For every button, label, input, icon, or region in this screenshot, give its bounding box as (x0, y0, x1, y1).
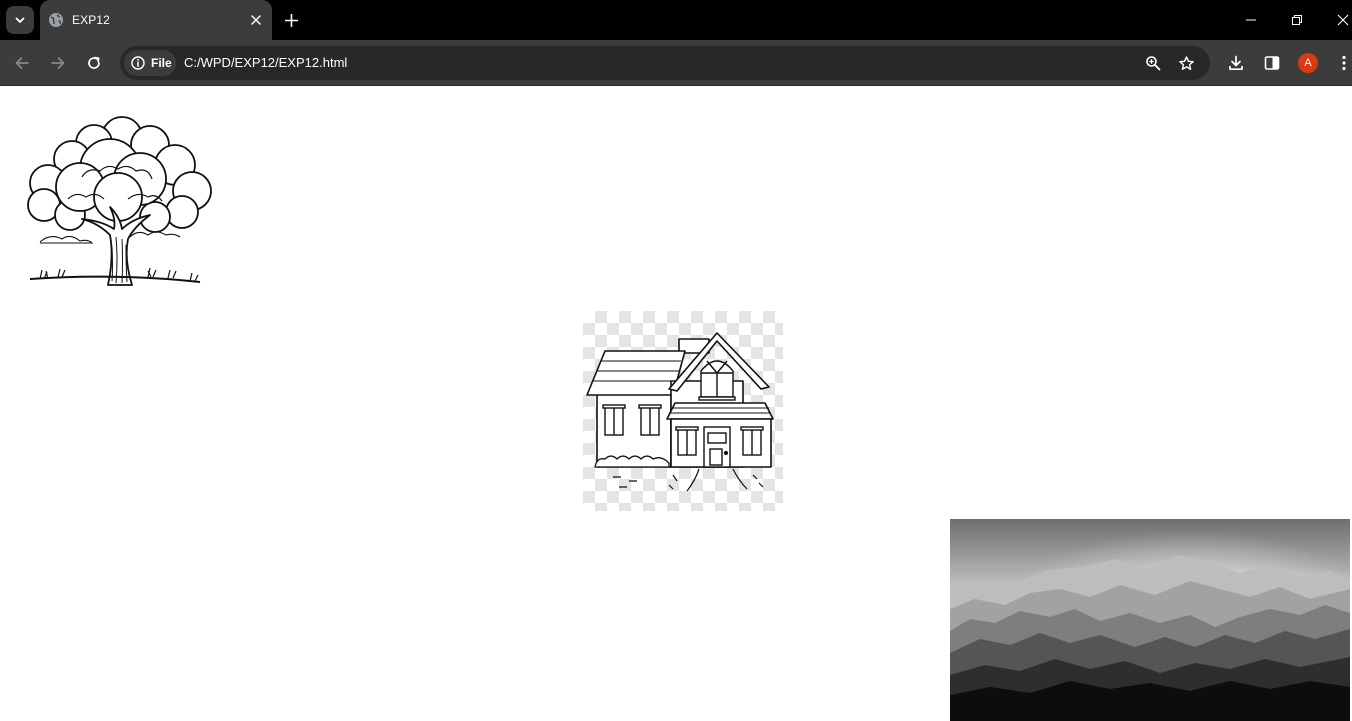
arrow-right-icon (51, 57, 65, 69)
tab-title: EXP12 (72, 13, 110, 27)
tab-strip: EXP12 (0, 0, 1352, 40)
new-tab-button[interactable] (282, 11, 300, 29)
menu-button[interactable] (1333, 52, 1352, 74)
downloads-button[interactable] (1225, 52, 1247, 74)
reload-icon (88, 56, 100, 69)
globe-icon (49, 13, 63, 27)
tab-search-button[interactable] (6, 6, 34, 34)
site-info-chip[interactable]: File (124, 50, 176, 76)
plus-icon (284, 13, 298, 27)
more-vert-icon (1342, 55, 1346, 71)
close-icon (1337, 14, 1349, 26)
restore-button[interactable] (1285, 8, 1309, 32)
star-icon (1178, 55, 1194, 70)
back-button[interactable] (11, 52, 33, 74)
url-text[interactable]: C:/WPD/EXP12/EXP12.html (184, 55, 347, 70)
tab-close-button[interactable] (248, 12, 264, 28)
minimize-button[interactable] (1239, 8, 1263, 32)
browser-tab[interactable]: EXP12 (40, 0, 272, 40)
chevron-down-icon (15, 17, 25, 23)
side-panel-button[interactable] (1261, 52, 1283, 74)
reload-button[interactable] (83, 52, 105, 74)
side-panel-icon (1264, 56, 1280, 70)
close-icon (251, 15, 261, 25)
address-bar[interactable]: File C:/WPD/EXP12/EXP12.html (120, 46, 1210, 80)
download-icon (1229, 55, 1243, 71)
page-viewport (0, 87, 1352, 721)
restore-icon (1292, 15, 1302, 25)
bookmark-button[interactable] (1177, 54, 1195, 72)
zoom-in-icon (1146, 56, 1161, 71)
zoom-button[interactable] (1144, 54, 1162, 72)
site-info-label: File (151, 56, 172, 70)
close-window-button[interactable] (1331, 8, 1352, 32)
forward-button[interactable] (47, 52, 69, 74)
tree-image (27, 116, 212, 286)
profile-avatar[interactable]: A (1298, 53, 1318, 73)
info-icon (131, 56, 145, 70)
arrow-left-icon (15, 57, 29, 69)
house-image (583, 311, 783, 511)
browser-toolbar: File C:/WPD/EXP12/EXP12.html A (0, 40, 1352, 86)
minimize-icon (1246, 19, 1256, 21)
mountains-image (950, 519, 1350, 721)
